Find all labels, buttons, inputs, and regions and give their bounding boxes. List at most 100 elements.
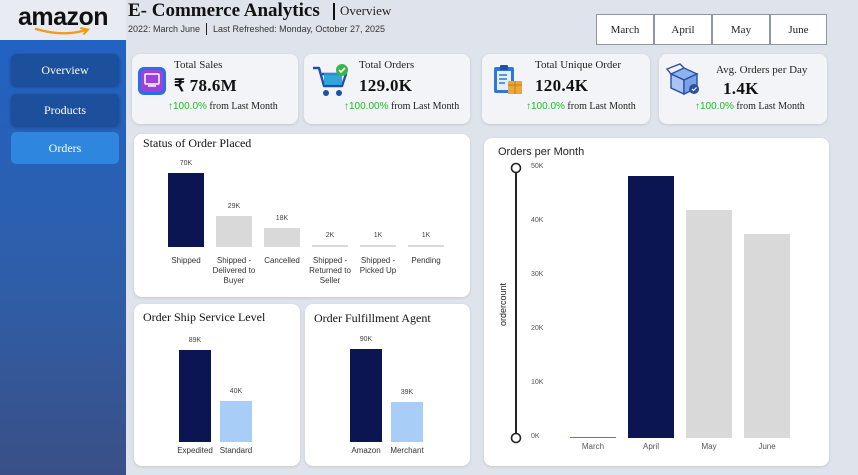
y-tick-label: 0K	[531, 433, 540, 440]
kpi-change-percent: ↑100.0%	[526, 101, 565, 112]
chart-title: Order Fulfillment Agent	[314, 311, 431, 325]
chart-title: Status of Order Placed	[143, 136, 252, 150]
status-of-order-placed-chart: Status of Order Placed 70K Shipped 29K Ship…	[134, 134, 470, 297]
category-label-line: Shipped -	[312, 256, 348, 265]
kpi-label: Total Sales	[174, 59, 223, 71]
page-title: E- Commerce Analytics	[128, 0, 320, 21]
data-label: 40K	[229, 387, 243, 395]
category-label-line: Delivered to	[212, 266, 256, 275]
category-label: Shipped - Picked Up	[354, 256, 402, 276]
month-button-june[interactable]: June	[770, 14, 827, 45]
nav-products-button[interactable]: Products	[11, 94, 119, 126]
y-tick-label: 30K	[531, 271, 544, 278]
slider-top-handle[interactable]	[510, 162, 522, 174]
bar	[216, 216, 252, 247]
category-label-line: Shipped	[171, 256, 201, 265]
logo-text: amazon	[17, 2, 109, 31]
kpi-change-suffix: from Last Month	[733, 101, 805, 112]
data-label: 1K	[421, 232, 431, 239]
category-label: Cancelled	[258, 256, 306, 266]
period-text: 2022: March June	[128, 24, 201, 34]
kpi-card-avg-orders-per-day: Avg. Orders per Day 1.4K ↑100.0% from La…	[659, 54, 827, 124]
header-meta: 2022: March June Last Refreshed: Monday,…	[128, 23, 385, 35]
nav-orders-button[interactable]: Orders	[11, 132, 119, 164]
category-label-line: Shipped -	[360, 256, 396, 265]
category-label-line: Shipped -	[216, 256, 252, 265]
y-tick-label: 50K	[531, 163, 544, 170]
category-label-line: Buyer	[223, 276, 245, 285]
slider-bottom-handle[interactable]	[510, 432, 522, 444]
kpi-change-suffix: from Last Month	[564, 101, 636, 112]
kpi-card-total-orders: Total Orders 129.0K ↑100.00% from Last M…	[304, 54, 470, 124]
chart-title: Order Ship Service Level	[143, 310, 266, 324]
kpi-label: Total Orders	[359, 59, 415, 71]
category-label-line: Returned to	[309, 266, 351, 275]
bar	[744, 234, 790, 438]
x-tick-label: May	[701, 442, 717, 451]
bar	[179, 350, 211, 442]
order-ship-service-level-chart: Order Ship Service Level 89K Expedited 40K…	[134, 304, 300, 466]
kpi-value: 129.0K	[359, 76, 413, 95]
last-refreshed-text: Last Refreshed: Monday, October 27, 2025	[213, 24, 385, 34]
bar	[312, 244, 348, 247]
data-label: 39K	[400, 388, 414, 396]
category-label-line: Cancelled	[264, 256, 300, 265]
month-button-march[interactable]: March	[596, 14, 654, 45]
y-tick-label: 10K	[531, 379, 544, 386]
shopping-cart-icon	[313, 64, 348, 96]
x-tick-label: April	[642, 442, 659, 451]
category-label-line: Pending	[411, 256, 441, 265]
bar	[408, 245, 444, 247]
sales-screen-icon	[138, 67, 166, 95]
open-box-icon	[665, 63, 699, 96]
nav-overview-button[interactable]: Overview	[11, 54, 119, 86]
bar	[686, 210, 732, 438]
bar	[264, 227, 300, 247]
y-tick-label: 40K	[531, 217, 544, 224]
page-subtitle: Overview	[340, 3, 392, 18]
category-label: Shipped - Returned to Seller	[306, 256, 354, 286]
smile-arrow-icon	[34, 26, 90, 35]
bar	[360, 245, 396, 247]
category-label: Merchant	[390, 446, 424, 455]
amazon-logo: amazon	[0, 0, 126, 40]
meta-divider	[206, 23, 208, 35]
kpi-value: 120.4K	[535, 76, 589, 95]
kpi-card-total-unique-order: Total Unique Order 120.4K ↑100.0% from L…	[482, 54, 650, 124]
clipboard-package-icon	[494, 65, 522, 94]
orders-per-month-chart: Orders per Month ordercount 0K 10K 20K 30K 4…	[484, 138, 829, 466]
category-label-line: Seller	[319, 276, 341, 285]
category-label: Standard	[219, 446, 253, 455]
bar	[391, 401, 423, 442]
kpi-change: ↑100.0% from Last Month	[526, 101, 636, 112]
y-tick-label: 20K	[531, 325, 544, 332]
x-tick-label: March	[581, 442, 605, 451]
kpi-change-percent: ↑100.00%	[344, 101, 389, 112]
x-tick-label: June	[758, 442, 776, 451]
kpi-value: ₹ 78.6M	[174, 76, 237, 95]
bar	[350, 349, 382, 442]
kpi-change-suffix: from Last Month	[388, 101, 460, 112]
month-button-april[interactable]: April	[654, 14, 712, 45]
bar	[220, 400, 252, 442]
kpi-change-percent: ↑100.0%	[695, 101, 734, 112]
kpi-change: ↑100.0% from Last Month	[695, 101, 805, 112]
kpi-change-percent: ↑100.0%	[168, 101, 207, 112]
data-label: 70K	[179, 160, 193, 167]
data-label: 90K	[359, 336, 373, 343]
title-divider	[333, 3, 335, 20]
data-label: 2K	[325, 231, 335, 239]
category-label: Shipped	[162, 256, 210, 266]
bar	[628, 176, 674, 438]
chart-title: Orders per Month	[498, 146, 585, 158]
data-label: 29K	[227, 203, 241, 211]
order-fulfillment-agent-chart: Order Fulfillment Agent 90K Amazon 39K Merc…	[305, 304, 470, 466]
kpi-value: 1.4K	[723, 79, 759, 98]
axis-range-slider[interactable]	[508, 160, 524, 446]
bar	[570, 436, 616, 438]
data-label: 18K	[275, 214, 289, 222]
category-label: Shipped - Delivered to Buyer	[210, 256, 258, 286]
kpi-change: ↑100.0% from Last Month	[168, 101, 278, 112]
month-button-may[interactable]: May	[712, 14, 770, 45]
kpi-label: Total Unique Order	[535, 59, 621, 71]
